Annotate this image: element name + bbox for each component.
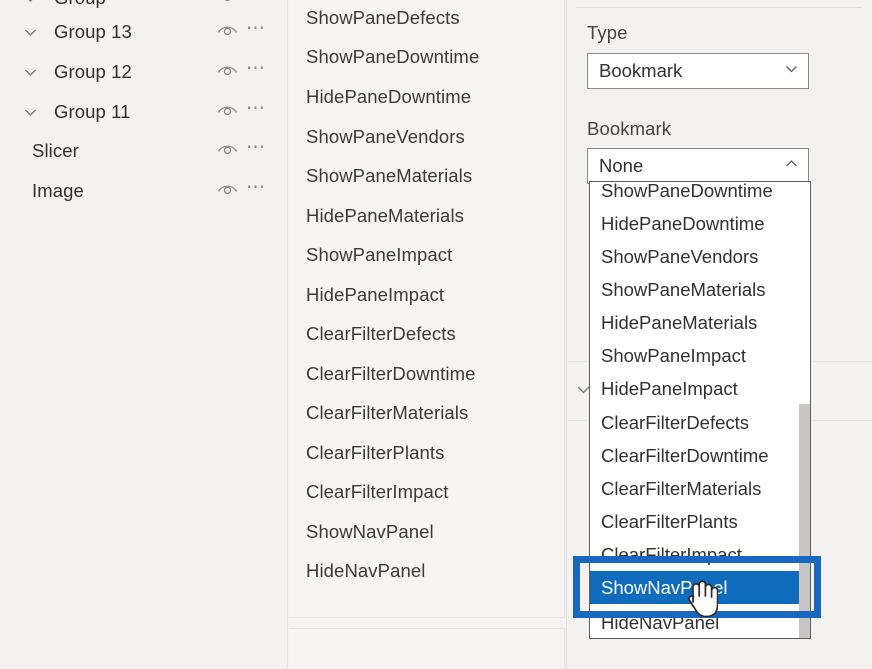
selection-item-label: Group 11 [54, 101, 131, 122]
ellipsis-icon[interactable]: ⋯ [246, 99, 266, 120]
bookmark-field-label: Bookmark [587, 118, 672, 139]
bookmark-list-item[interactable]: ShowPaneDefects [306, 7, 460, 29]
selection-item-group-11[interactable]: Group 11 ⋯ [0, 92, 287, 132]
dropdown-scrollbar-thumb[interactable] [799, 404, 810, 638]
bookmarks-pane: ShowPaneDefects ShowPaneDowntime HidePan… [289, 0, 565, 669]
chevron-down-icon[interactable] [22, 24, 54, 41]
bookmark-list-item[interactable]: ClearFilterDowntime [306, 363, 475, 385]
eye-icon[interactable] [217, 103, 238, 122]
eye-icon[interactable] [217, 142, 238, 161]
bookmark-list-item[interactable]: ShowPaneMaterials [306, 165, 472, 187]
selection-item-group-13[interactable]: Group 13 ⋯ [0, 12, 287, 52]
dropdown-option[interactable]: HidePaneDowntime [590, 207, 810, 240]
bookmark-dropdown-value: None [599, 155, 644, 176]
ellipsis-icon[interactable]: ⋯ [246, 19, 266, 40]
selection-item-actions: ⋯ [217, 178, 266, 201]
selection-item-label: Group [54, 0, 217, 9]
dropdown-option[interactable]: HidePaneMaterials [590, 306, 810, 339]
bookmark-list-item[interactable]: HideNavPanel [306, 560, 425, 582]
type-dropdown-value: Bookmark [599, 60, 683, 81]
dropdown-option[interactable]: HidePaneImpact [590, 372, 810, 405]
pane-top-rule [576, 7, 862, 8]
dropdown-option[interactable]: ShowPaneVendors [590, 240, 810, 273]
type-field-label: Type [587, 22, 628, 43]
selection-item-actions: ⋯ [217, 19, 266, 42]
selection-item-label: Slicer [32, 140, 79, 161]
type-dropdown[interactable]: Bookmark [587, 53, 809, 89]
selection-item-actions: ⋯ [217, 0, 266, 8]
bookmark-list-item[interactable]: ShowPaneVendors [306, 126, 465, 148]
selection-item-label: Image [32, 180, 84, 201]
ellipsis-icon[interactable]: ⋯ [246, 0, 266, 6]
bookmark-list-item[interactable]: ClearFilterPlants [306, 442, 444, 464]
dropdown-option[interactable]: ClearFilterDowntime [590, 439, 810, 472]
bookmark-list-item[interactable]: HidePaneImpact [306, 284, 444, 306]
selection-pane: Group ⋯ Group 13 ⋯ Group 12 ⋯ [0, 0, 288, 669]
selection-item-group-12[interactable]: Group 12 ⋯ [0, 52, 287, 92]
eye-icon[interactable] [217, 0, 238, 8]
chevron-down-icon[interactable] [22, 104, 54, 121]
chevron-down-icon[interactable] [22, 0, 54, 7]
dropdown-option[interactable]: ShowPaneImpact [590, 339, 810, 372]
bookmark-list-item[interactable]: ShowPaneDowntime [306, 46, 479, 68]
bookmark-list-item[interactable]: HidePaneDowntime [306, 86, 471, 108]
selection-item-actions: ⋯ [217, 138, 266, 161]
dropdown-option[interactable]: ShowPaneDowntime [590, 182, 810, 207]
bookmark-dropdown-list[interactable]: ShowPaneDowntime HidePaneDowntime ShowPa… [589, 181, 811, 639]
bookmark-list-item[interactable]: ShowPaneImpact [306, 244, 452, 266]
selection-item-actions: ⋯ [217, 59, 266, 82]
dropdown-option-selected[interactable]: ShowNavPanel [590, 571, 799, 604]
bookmark-list-item[interactable]: ShowNavPanel [306, 521, 434, 543]
ellipsis-icon[interactable]: ⋯ [246, 178, 266, 199]
eye-icon[interactable] [217, 182, 238, 201]
selection-item-image[interactable]: Image ⋯ [0, 171, 287, 211]
eye-icon[interactable] [217, 63, 238, 82]
bookmark-dropdown[interactable]: None [587, 148, 809, 184]
dropdown-option[interactable]: ClearFilterImpact [590, 538, 810, 571]
dropdown-option[interactable]: HideNavPanel [590, 606, 810, 638]
selection-item-slicer[interactable]: Slicer ⋯ [0, 131, 287, 171]
selection-item-actions: ⋯ [217, 99, 266, 122]
dropdown-option[interactable]: ClearFilterPlants [590, 505, 810, 538]
selection-item-label: Group 13 [54, 21, 132, 42]
dropdown-option[interactable]: ClearFilterMaterials [590, 472, 810, 505]
dropdown-option[interactable]: ShowPaneMaterials [590, 273, 810, 306]
ellipsis-icon[interactable]: ⋯ [246, 59, 266, 80]
bookmark-list-item[interactable]: ClearFilterDefects [306, 323, 456, 345]
pane-divider [566, 0, 567, 669]
chevron-up-icon[interactable] [783, 155, 800, 177]
selection-item-label: Group 12 [54, 61, 132, 82]
chevron-down-icon[interactable] [783, 60, 800, 82]
bookmarks-pane-footer-card [289, 628, 565, 669]
eye-icon[interactable] [217, 23, 238, 42]
bookmark-list-item[interactable]: HidePaneMaterials [306, 205, 464, 227]
ellipsis-icon[interactable]: ⋯ [246, 138, 266, 159]
chevron-down-icon[interactable] [22, 64, 54, 81]
bookmark-list-item[interactable]: ClearFilterImpact [306, 481, 449, 503]
dropdown-option[interactable]: ClearFilterDefects [590, 406, 810, 439]
bookmark-list-item[interactable]: ClearFilterMaterials [306, 402, 468, 424]
